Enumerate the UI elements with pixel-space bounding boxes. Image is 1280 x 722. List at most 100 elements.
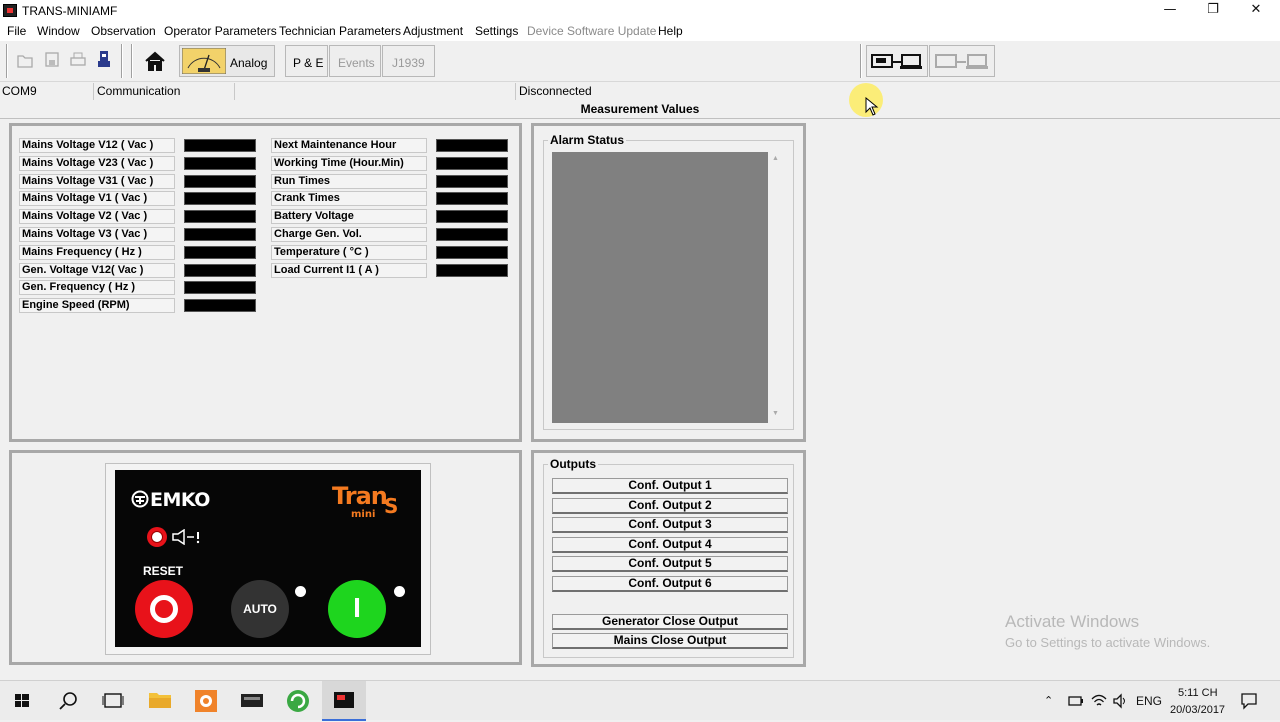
menu-operator-parameters[interactable]: Operator Parameters xyxy=(164,24,277,38)
j1939-button[interactable]: J1939 xyxy=(382,45,435,77)
volume-icon[interactable] xyxy=(1112,693,1130,709)
measurement-row: Charge Gen. Vol. xyxy=(271,227,511,242)
alarm-scrollbar[interactable]: ▲ ▼ xyxy=(768,152,784,423)
show-hidden-icons[interactable]: ⌃ xyxy=(1044,694,1053,707)
menu-settings[interactable]: Settings xyxy=(475,24,518,38)
scroll-down-icon[interactable]: ▼ xyxy=(772,410,779,417)
measurement-row: Gen. Frequency ( Hz ) xyxy=(19,280,259,296)
save-icon[interactable] xyxy=(44,51,60,69)
clock-date[interactable]: 20/03/2017 xyxy=(1170,704,1225,716)
trans-app-icon xyxy=(334,692,354,708)
measurement-label: Mains Voltage V2 ( Vac ) xyxy=(19,209,175,225)
analog-button[interactable]: Analog xyxy=(179,45,275,77)
windows-start-icon[interactable] xyxy=(0,681,44,721)
measurement-label: Mains Voltage V23 ( Vac ) xyxy=(19,155,175,171)
measurement-value-display xyxy=(184,139,256,152)
pc-device-connect-icon xyxy=(871,54,922,69)
task-view-icon[interactable] xyxy=(91,681,135,721)
measurement-label: Mains Voltage V3 ( Vac ) xyxy=(19,227,175,242)
auto-button[interactable]: AUTO xyxy=(231,580,289,638)
generator-close-output-button[interactable]: Generator Close Output xyxy=(552,614,788,630)
communication-status: Communication xyxy=(95,83,235,100)
measurement-row: Engine Speed (RPM) xyxy=(19,298,259,314)
trans-logo-mini: mini xyxy=(351,509,376,520)
events-button[interactable]: Events xyxy=(329,45,381,77)
measurement-label: Mains Frequency ( Hz ) xyxy=(19,244,175,260)
menu-observation[interactable]: Observation xyxy=(91,24,156,38)
conf-output-5-button[interactable]: Conf. Output 5 xyxy=(552,556,788,573)
alarm-status-list[interactable] xyxy=(552,152,768,423)
restore-button[interactable]: ❐ xyxy=(1190,0,1236,21)
home-icon[interactable] xyxy=(144,50,166,72)
measurement-label: Gen. Frequency ( Hz ) xyxy=(19,280,175,296)
input-language[interactable]: ENG xyxy=(1136,694,1162,708)
measurement-row: Mains Voltage V2 ( Vac ) xyxy=(19,209,259,225)
device-front-panel: EMKO Tran S mini RESET AUTO I xyxy=(115,470,421,647)
toolbar: Analog P & E Events J1939 xyxy=(0,41,1280,82)
open-folder-icon[interactable] xyxy=(16,51,34,69)
measurement-value-display xyxy=(436,210,508,224)
wifi-icon[interactable] xyxy=(1090,693,1108,709)
menu-help[interactable]: Help xyxy=(658,24,683,38)
run-button[interactable]: I xyxy=(328,580,386,638)
analog-gauge-icon xyxy=(182,48,226,74)
trans-miniamf-taskbar-item[interactable] xyxy=(322,681,366,721)
conf-output-2-button[interactable]: Conf. Output 2 xyxy=(552,497,788,514)
action-center-icon[interactable] xyxy=(1240,692,1258,710)
measurement-label: Next Maintenance Hour xyxy=(271,138,427,153)
conf-output-1-button[interactable]: Conf. Output 1 xyxy=(552,478,788,494)
connect-devices-button[interactable] xyxy=(866,45,928,77)
p-and-e-button[interactable]: P & E xyxy=(285,45,328,77)
search-icon[interactable] xyxy=(46,681,90,721)
measurement-value-display xyxy=(436,174,508,188)
measurement-value-display xyxy=(184,263,256,277)
close-button[interactable]: ✕ xyxy=(1233,0,1279,21)
menu-technician-parameters[interactable]: Technician Parameters xyxy=(279,24,401,38)
file-explorer-icon[interactable] xyxy=(138,681,182,721)
measurement-label: Engine Speed (RPM) xyxy=(19,298,175,314)
measurement-value-display xyxy=(184,192,256,206)
menu-window[interactable]: Window xyxy=(37,24,80,38)
emko-brand: EMKO xyxy=(150,489,210,511)
measurement-row: Next Maintenance Hour xyxy=(271,138,511,153)
scroll-up-icon[interactable]: ▲ xyxy=(772,155,779,162)
menu-device-software-update[interactable]: Device Software Update xyxy=(527,24,656,38)
menu-file[interactable]: File xyxy=(7,24,26,38)
clock-time[interactable]: 5:11 CH xyxy=(1178,687,1218,699)
measurement-row: Run Times xyxy=(271,173,511,189)
title-bar: TRANS-MINIAMF — ❐ ✕ xyxy=(0,0,1280,21)
measurement-value-display xyxy=(184,299,256,313)
status-bar: COM9 Communication Disconnected xyxy=(0,82,1280,100)
mains-close-output-button[interactable]: Mains Close Output xyxy=(552,633,788,649)
trans-logo: Tran xyxy=(332,482,388,510)
stop-symbol-icon xyxy=(150,595,178,623)
measurement-label: Mains Voltage V31 ( Vac ) xyxy=(19,173,175,189)
conf-output-4-button[interactable]: Conf. Output 4 xyxy=(552,536,788,553)
port-status: COM9 xyxy=(0,83,94,100)
print-icon[interactable] xyxy=(69,51,87,69)
measurement-row: Load Current I1 ( A ) xyxy=(271,262,511,278)
measurement-label: Crank Times xyxy=(271,191,427,207)
emko-logo-icon xyxy=(131,490,149,508)
device-connect-icon[interactable] xyxy=(96,49,112,71)
measurement-row: Mains Voltage V12 ( Vac ) xyxy=(19,138,259,153)
menu-adjustment[interactable]: Adjustment xyxy=(403,24,463,38)
conf-output-6-button[interactable]: Conf. Output 6 xyxy=(552,576,788,592)
app-green-icon[interactable] xyxy=(276,681,320,721)
measurement-value-display xyxy=(184,228,256,241)
app-icon xyxy=(3,4,17,17)
connection-status: Disconnected xyxy=(519,84,592,98)
measurement-row: Mains Voltage V31 ( Vac ) xyxy=(19,173,259,189)
power-battery-icon[interactable] xyxy=(1066,693,1084,709)
disconnect-devices-button[interactable] xyxy=(929,45,995,77)
app-device-icon[interactable] xyxy=(230,681,274,721)
measurement-label: Run Times xyxy=(271,173,427,189)
reset-button[interactable] xyxy=(135,580,193,638)
measurement-row: Working Time (Hour.Min) xyxy=(271,155,511,171)
app-orange-icon[interactable] xyxy=(184,681,228,721)
minimize-button[interactable]: — xyxy=(1147,0,1193,21)
measurement-row: Temperature ( °C ) xyxy=(271,244,511,260)
measurement-row: Mains Voltage V1 ( Vac ) xyxy=(19,191,259,207)
conf-output-3-button[interactable]: Conf. Output 3 xyxy=(552,517,788,534)
activate-windows-title: Activate Windows xyxy=(1005,612,1140,631)
